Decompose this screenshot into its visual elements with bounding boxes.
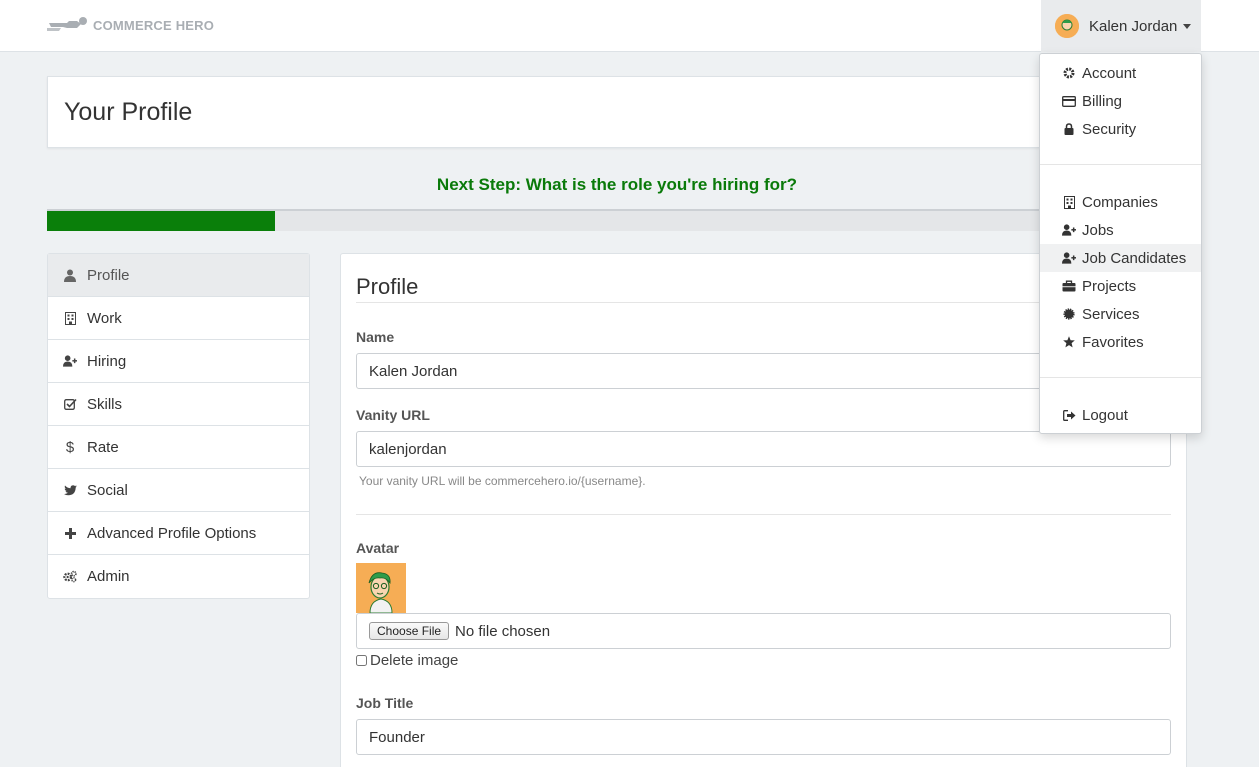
menu-divider: [1040, 377, 1201, 378]
cartoon-avatar-icon: [356, 563, 406, 613]
next-step-text: Next Step: What is the role you're hirin…: [436, 175, 798, 194]
lock-icon: [1062, 122, 1076, 136]
section-title: Profile: [356, 274, 419, 299]
dollar-icon: $: [65, 438, 75, 456]
job-title-label: Job Title: [356, 695, 414, 711]
user-avatar: [1055, 14, 1079, 38]
delete-image-label: Delete image: [370, 652, 459, 669]
menu-item-label: Logout: [1082, 406, 1128, 424]
superhero-flying-icon: [47, 17, 87, 31]
menu-item-label: Favorites: [1082, 333, 1144, 351]
sidebar-item-rate[interactable]: $ Rate: [48, 426, 309, 469]
gear-icon: [1062, 66, 1076, 80]
menu-divider: [1040, 164, 1201, 165]
menu-item-favorites[interactable]: Favorites: [1040, 328, 1201, 356]
sidebar-item-label: Work: [87, 309, 122, 327]
building-icon: [1062, 195, 1076, 209]
sidebar-item-work[interactable]: Work: [48, 297, 309, 340]
sidebar-item-admin[interactable]: Admin: [48, 555, 309, 598]
page-title: Your Profile: [64, 98, 193, 126]
sidebar-item-profile[interactable]: Profile: [48, 254, 309, 297]
job-title-input[interactable]: [356, 719, 1171, 755]
brand-name: COMMERCE HERO: [93, 17, 215, 33]
credit-card-icon: [1062, 94, 1076, 108]
sidebar-item-label: Admin: [87, 568, 130, 585]
check-square-icon: [63, 397, 77, 411]
menu-item-label: Account: [1082, 64, 1137, 82]
building-icon: [63, 311, 77, 325]
menu-item-services[interactable]: Services: [1040, 300, 1201, 328]
briefcase-icon: [1062, 279, 1076, 293]
menu-item-security[interactable]: Security: [1040, 115, 1201, 143]
sidebar-item-advanced-options[interactable]: Advanced Profile Options: [48, 512, 309, 555]
gears-icon: [63, 570, 77, 584]
menu-item-label: Services: [1082, 305, 1140, 323]
user-plus-icon: [1062, 251, 1076, 265]
menu-item-account[interactable]: Account: [1040, 59, 1201, 87]
sidebar-item-label: Social: [87, 481, 128, 499]
profile-sidebar: Profile Work Hiring Skills $ Rate Social…: [47, 253, 310, 599]
plus-icon: [63, 526, 77, 540]
page-header-panel: Your Profile: [47, 76, 1187, 148]
vanity-url-help: Your vanity URL will be commercehero.io/…: [359, 474, 646, 488]
vanity-url-label: Vanity URL: [356, 407, 430, 423]
sidebar-item-label: Advanced Profile Options: [87, 524, 257, 542]
user-name: Kalen Jordan: [1089, 17, 1178, 35]
sidebar-item-label: Hiring: [87, 352, 127, 370]
choose-file-button[interactable]: Choose File: [369, 622, 450, 640]
progress-bar-fill: [47, 211, 275, 231]
progress-bar: [47, 209, 1187, 231]
user-plus-icon: [63, 354, 77, 368]
sign-out-icon: [1062, 408, 1076, 422]
menu-item-label: Security: [1082, 120, 1137, 138]
sidebar-item-label: Rate: [87, 438, 119, 456]
avatar-image: [356, 563, 406, 613]
user-icon: [63, 268, 77, 282]
divider: [356, 514, 1171, 515]
menu-item-label: Job Candidates: [1082, 249, 1187, 267]
user-plus-icon: [1062, 223, 1076, 237]
star-icon: [1062, 335, 1076, 349]
menu-item-billing[interactable]: Billing: [1040, 87, 1201, 115]
menu-item-projects[interactable]: Projects: [1040, 272, 1201, 300]
avatar-file-input: Choose File No file chosen: [356, 613, 1171, 649]
sidebar-item-label: Profile: [87, 266, 130, 284]
menu-item-label: Projects: [1082, 277, 1137, 295]
menu-item-label: Companies: [1082, 193, 1158, 211]
avatar-label: Avatar: [356, 540, 400, 556]
menu-item-logout[interactable]: Logout: [1040, 401, 1201, 429]
user-dropdown-menu: Account Billing Security Companies Jobs …: [1039, 53, 1202, 434]
menu-item-companies[interactable]: Companies: [1040, 188, 1201, 216]
delete-image-row: Delete image: [356, 652, 458, 669]
menu-item-jobs[interactable]: Jobs: [1040, 216, 1201, 244]
menu-item-label: Jobs: [1082, 221, 1114, 239]
menu-item-job-candidates[interactable]: Job Candidates: [1040, 244, 1201, 272]
user-menu-toggle[interactable]: Kalen Jordan: [1041, 0, 1201, 52]
sidebar-item-label: Skills: [87, 395, 123, 413]
caret-down-icon: [1183, 23, 1192, 29]
no-file-text: No file chosen: [455, 622, 551, 640]
name-label: Name: [356, 329, 395, 345]
sidebar-item-hiring[interactable]: Hiring: [48, 340, 309, 383]
sidebar-item-social[interactable]: Social: [48, 469, 309, 512]
vanity-url-input[interactable]: [356, 431, 1171, 467]
certificate-icon: [1062, 307, 1076, 321]
brand-logo-link[interactable]: COMMERCE HERO: [47, 14, 214, 36]
top-navbar: COMMERCE HERO Kalen Jordan: [0, 0, 1259, 52]
twitter-icon: [63, 483, 77, 497]
menu-item-label: Billing: [1082, 92, 1123, 110]
sidebar-item-skills[interactable]: Skills: [48, 383, 309, 426]
cartoon-avatar-icon: [1055, 14, 1079, 38]
delete-image-checkbox[interactable]: [356, 655, 367, 666]
